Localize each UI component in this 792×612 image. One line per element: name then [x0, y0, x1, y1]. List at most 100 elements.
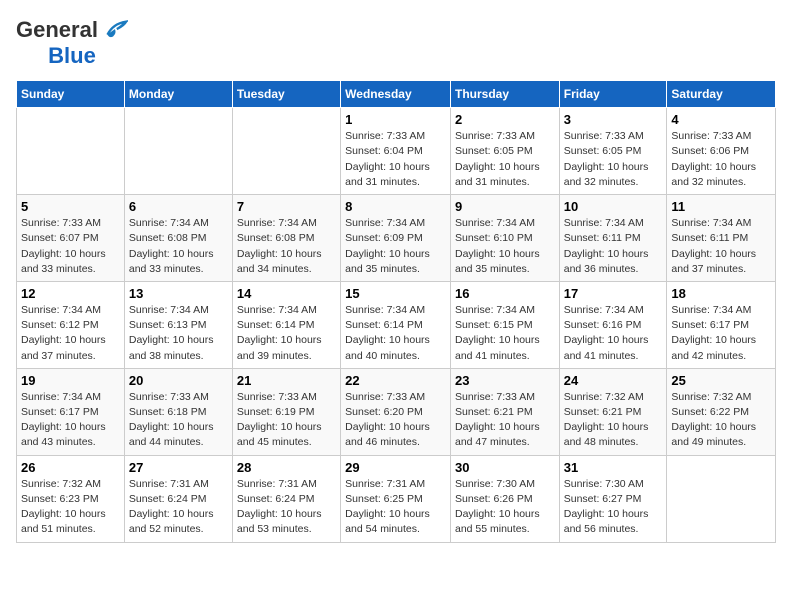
- day-info: Sunrise: 7:30 AM Sunset: 6:27 PM Dayligh…: [564, 477, 663, 538]
- day-cell-25: 25Sunrise: 7:32 AM Sunset: 6:22 PM Dayli…: [667, 368, 776, 455]
- week-row-2: 5Sunrise: 7:33 AM Sunset: 6:07 PM Daylig…: [17, 195, 776, 282]
- day-info: Sunrise: 7:31 AM Sunset: 6:24 PM Dayligh…: [129, 477, 228, 538]
- day-header-saturday: Saturday: [667, 81, 776, 108]
- day-header-tuesday: Tuesday: [232, 81, 340, 108]
- day-info: Sunrise: 7:33 AM Sunset: 6:20 PM Dayligh…: [345, 390, 446, 451]
- day-cell-12: 12Sunrise: 7:34 AM Sunset: 6:12 PM Dayli…: [17, 281, 125, 368]
- day-cell-5: 5Sunrise: 7:33 AM Sunset: 6:07 PM Daylig…: [17, 195, 125, 282]
- day-info: Sunrise: 7:34 AM Sunset: 6:11 PM Dayligh…: [671, 216, 771, 277]
- day-number: 7: [237, 199, 336, 214]
- day-cell-8: 8 Sunrise: 7:34 AM Sunset: 6:09 PM Daylig…: [341, 195, 451, 282]
- day-number: 18: [671, 286, 771, 301]
- day-cell-26: 26Sunrise: 7:32 AM Sunset: 6:23 PM Dayli…: [17, 455, 125, 542]
- header-row: SundayMondayTuesdayWednesdayThursdayFrid…: [17, 81, 776, 108]
- day-number: 15: [345, 286, 446, 301]
- day-number: 11: [671, 199, 771, 214]
- day-info: Sunrise: 7:33 AM Sunset: 6:18 PM Dayligh…: [129, 390, 228, 451]
- day-info: Sunrise: 7:34 AM Sunset: 6:10 PM Dayligh…: [455, 216, 555, 277]
- day-header-thursday: Thursday: [450, 81, 559, 108]
- day-number: 17: [564, 286, 663, 301]
- day-info: Sunrise: 7:33 AM Sunset: 6:04 PM Dayligh…: [345, 129, 446, 190]
- day-cell-4: 4 Sunrise: 7:33 AM Sunset: 6:06 PM Daylig…: [667, 108, 776, 195]
- day-number: 10: [564, 199, 663, 214]
- day-cell-2: 2 Sunrise: 7:33 AM Sunset: 6:05 PM Daylig…: [450, 108, 559, 195]
- day-cell-9: 9 Sunrise: 7:34 AM Sunset: 6:10 PM Daylig…: [450, 195, 559, 282]
- day-info: Sunrise: 7:34 AM Sunset: 6:08 PM Dayligh…: [129, 216, 228, 277]
- day-info: Sunrise: 7:34 AM Sunset: 6:09 PM Dayligh…: [345, 216, 446, 277]
- day-cell-24: 24 Sunrise: 7:32 AM Sunset: 6:21 PM Dayli…: [559, 368, 667, 455]
- day-cell-16: 16 Sunrise: 7:34 AM Sunset: 6:15 PM Dayli…: [450, 281, 559, 368]
- empty-cell: [124, 108, 232, 195]
- day-cell-6: 6 Sunrise: 7:34 AM Sunset: 6:08 PM Daylig…: [124, 195, 232, 282]
- day-number: 16: [455, 286, 555, 301]
- day-number: 19: [21, 373, 120, 388]
- day-cell-11: 11 Sunrise: 7:34 AM Sunset: 6:11 PM Dayli…: [667, 195, 776, 282]
- day-info: Sunrise: 7:34 AM Sunset: 6:15 PM Dayligh…: [455, 303, 555, 364]
- calendar-table: SundayMondayTuesdayWednesdayThursdayFrid…: [16, 80, 776, 542]
- day-info: Sunrise: 7:30 AM Sunset: 6:26 PM Dayligh…: [455, 477, 555, 538]
- day-number: 3: [564, 112, 663, 127]
- day-number: 4: [671, 112, 771, 127]
- day-number: 12: [21, 286, 120, 301]
- day-info: Sunrise: 7:31 AM Sunset: 6:24 PM Dayligh…: [237, 477, 336, 538]
- day-info: Sunrise: 7:34 AM Sunset: 6:08 PM Dayligh…: [237, 216, 336, 277]
- day-cell-18: 18Sunrise: 7:34 AM Sunset: 6:17 PM Dayli…: [667, 281, 776, 368]
- day-info: Sunrise: 7:33 AM Sunset: 6:21 PM Dayligh…: [455, 390, 555, 451]
- day-cell-15: 15 Sunrise: 7:34 AM Sunset: 6:14 PM Dayli…: [341, 281, 451, 368]
- day-info: Sunrise: 7:34 AM Sunset: 6:16 PM Dayligh…: [564, 303, 663, 364]
- day-header-sunday: Sunday: [17, 81, 125, 108]
- day-info: Sunrise: 7:34 AM Sunset: 6:14 PM Dayligh…: [345, 303, 446, 364]
- day-cell-22: 22Sunrise: 7:33 AM Sunset: 6:20 PM Dayli…: [341, 368, 451, 455]
- empty-cell: [667, 455, 776, 542]
- week-row-4: 19 Sunrise: 7:34 AM Sunset: 6:17 PM Dayli…: [17, 368, 776, 455]
- day-number: 30: [455, 460, 555, 475]
- day-info: Sunrise: 7:34 AM Sunset: 6:14 PM Dayligh…: [237, 303, 336, 364]
- week-row-5: 26Sunrise: 7:32 AM Sunset: 6:23 PM Dayli…: [17, 455, 776, 542]
- day-number: 29: [345, 460, 446, 475]
- week-row-3: 12Sunrise: 7:34 AM Sunset: 6:12 PM Dayli…: [17, 281, 776, 368]
- day-cell-19: 19 Sunrise: 7:34 AM Sunset: 6:17 PM Dayli…: [17, 368, 125, 455]
- day-info: Sunrise: 7:34 AM Sunset: 6:13 PM Dayligh…: [129, 303, 228, 364]
- day-cell-20: 20Sunrise: 7:33 AM Sunset: 6:18 PM Dayli…: [124, 368, 232, 455]
- day-cell-23: 23Sunrise: 7:33 AM Sunset: 6:21 PM Dayli…: [450, 368, 559, 455]
- day-cell-29: 29 Sunrise: 7:31 AM Sunset: 6:25 PM Dayli…: [341, 455, 451, 542]
- day-cell-27: 27 Sunrise: 7:31 AM Sunset: 6:24 PM Dayli…: [124, 455, 232, 542]
- empty-cell: [17, 108, 125, 195]
- day-info: Sunrise: 7:33 AM Sunset: 6:05 PM Dayligh…: [455, 129, 555, 190]
- day-number: 6: [129, 199, 228, 214]
- day-info: Sunrise: 7:33 AM Sunset: 6:19 PM Dayligh…: [237, 390, 336, 451]
- logo-bird-icon: [100, 16, 128, 44]
- day-cell-7: 7 Sunrise: 7:34 AM Sunset: 6:08 PM Daylig…: [232, 195, 340, 282]
- logo-blue-text: Blue: [48, 44, 96, 68]
- day-cell-21: 21 Sunrise: 7:33 AM Sunset: 6:19 PM Dayli…: [232, 368, 340, 455]
- day-header-friday: Friday: [559, 81, 667, 108]
- day-number: 9: [455, 199, 555, 214]
- day-number: 5: [21, 199, 120, 214]
- day-info: Sunrise: 7:31 AM Sunset: 6:25 PM Dayligh…: [345, 477, 446, 538]
- day-cell-14: 14Sunrise: 7:34 AM Sunset: 6:14 PM Dayli…: [232, 281, 340, 368]
- day-header-monday: Monday: [124, 81, 232, 108]
- day-number: 24: [564, 373, 663, 388]
- day-info: Sunrise: 7:33 AM Sunset: 6:05 PM Dayligh…: [564, 129, 663, 190]
- day-number: 8: [345, 199, 446, 214]
- day-info: Sunrise: 7:33 AM Sunset: 6:06 PM Dayligh…: [671, 129, 771, 190]
- day-cell-31: 31Sunrise: 7:30 AM Sunset: 6:27 PM Dayli…: [559, 455, 667, 542]
- logo-general-text: General: [16, 18, 98, 42]
- day-cell-1: 1Sunrise: 7:33 AM Sunset: 6:04 PM Daylig…: [341, 108, 451, 195]
- day-number: 28: [237, 460, 336, 475]
- day-cell-30: 30 Sunrise: 7:30 AM Sunset: 6:26 PM Dayli…: [450, 455, 559, 542]
- day-number: 26: [21, 460, 120, 475]
- week-row-1: 1Sunrise: 7:33 AM Sunset: 6:04 PM Daylig…: [17, 108, 776, 195]
- day-number: 2: [455, 112, 555, 127]
- page-header: General Blue: [16, 16, 776, 68]
- logo: General Blue: [16, 16, 128, 68]
- day-info: Sunrise: 7:32 AM Sunset: 6:21 PM Dayligh…: [564, 390, 663, 451]
- day-number: 27: [129, 460, 228, 475]
- day-info: Sunrise: 7:34 AM Sunset: 6:17 PM Dayligh…: [21, 390, 120, 451]
- day-number: 21: [237, 373, 336, 388]
- day-number: 25: [671, 373, 771, 388]
- empty-cell: [232, 108, 340, 195]
- day-cell-17: 17 Sunrise: 7:34 AM Sunset: 6:16 PM Dayli…: [559, 281, 667, 368]
- day-cell-13: 13Sunrise: 7:34 AM Sunset: 6:13 PM Dayli…: [124, 281, 232, 368]
- day-info: Sunrise: 7:34 AM Sunset: 6:11 PM Dayligh…: [564, 216, 663, 277]
